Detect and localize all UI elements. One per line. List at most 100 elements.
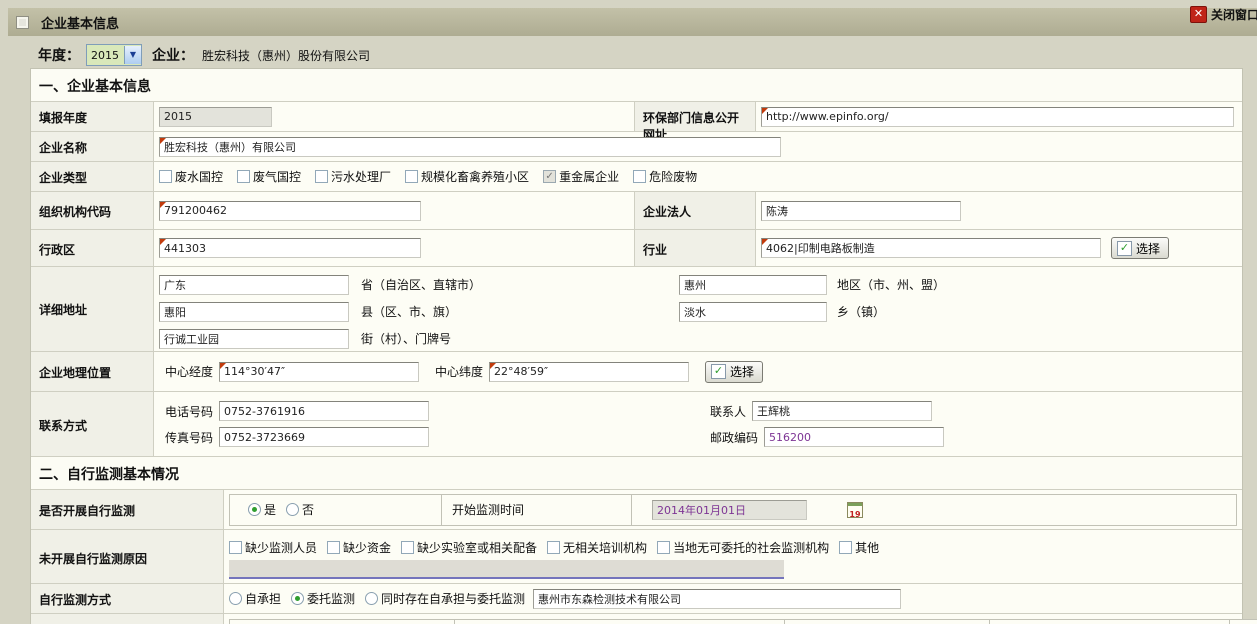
radio-yes[interactable]: 是: [248, 501, 276, 518]
no-reason-label: 未开展自行监测原因: [31, 530, 224, 583]
geo-pick-button[interactable]: ✓ 选择: [705, 361, 763, 383]
window-titlebar: 企业基本信息: [8, 8, 1257, 36]
street-input[interactable]: [159, 329, 349, 349]
epinfo-label: 环保部门信息公开网址: [634, 102, 756, 131]
no-reason-options: 缺少监测人员 缺少资金 缺少实验室或相关配备 无相关培训机构 当地无可委托的社会…: [229, 537, 1237, 557]
company-type-label: 企业类型: [31, 162, 154, 191]
checkbox-hazardous-waste[interactable]: 危险废物: [633, 168, 697, 185]
row-company-name: 企业名称: [31, 131, 1242, 161]
checkbox-no-training[interactable]: 无相关培训机构: [547, 539, 647, 556]
checkbox-other[interactable]: 其他: [839, 539, 879, 556]
legal-person-cell: [756, 192, 1242, 229]
agency-input[interactable]: [533, 589, 901, 609]
start-time-label-cell: 开始监测时间: [442, 495, 632, 525]
region-input[interactable]: [679, 275, 827, 295]
checkbox-heavy-metal[interactable]: ✓重金属企业: [543, 168, 619, 185]
industry-label: 行业: [634, 230, 756, 266]
inner-cell: [990, 620, 1230, 624]
town-input[interactable]: [679, 302, 827, 322]
radio-label: 同时存在自承担与委托监测: [381, 590, 525, 607]
monitor-mode-label: 自行监测方式: [31, 584, 224, 613]
inner-cell: [230, 620, 455, 624]
row-self-monitor: 是否开展自行监测 是 否 开始监测时间 19: [31, 489, 1242, 529]
company-name-label: 企业名称: [31, 132, 154, 161]
checkbox-label: 缺少监测人员: [245, 539, 317, 556]
year-select-value: 2015: [87, 49, 124, 62]
row-monitor-mode: 自行监测方式 自承担 委托监测 同时存在自承担与委托监测: [31, 583, 1242, 613]
checkbox-label: 重金属企业: [559, 168, 619, 185]
checkbox-lack-staff[interactable]: 缺少监测人员: [229, 539, 317, 556]
row-address: 详细地址 省（自治区、直辖市） 地区（市、州、盟） 县（区、市、旗） 乡（镇） …: [31, 266, 1242, 351]
checkbox-label: 规模化畜禽养殖小区: [421, 168, 529, 185]
checkbox-lack-fund[interactable]: 缺少资金: [327, 539, 391, 556]
contact-person-label: 联系人: [710, 403, 746, 420]
checkbox-label: 无相关培训机构: [563, 539, 647, 556]
close-icon: ✕: [1190, 6, 1207, 23]
radio-entrust[interactable]: 委托监测: [291, 590, 355, 607]
fill-year-cell: [154, 102, 634, 131]
checkbox-checked-icon: ✓: [543, 170, 556, 183]
row-admin-region: 行政区 行业 ✓ 选择: [31, 229, 1242, 266]
checkbox-icon: [657, 541, 670, 554]
checkbox-icon: [839, 541, 852, 554]
contact-person-input[interactable]: [752, 401, 932, 421]
section1-title: 一、企业基本信息: [31, 69, 1242, 101]
longitude-input[interactable]: [219, 362, 419, 382]
checkbox-wastegas[interactable]: 废气国控: [237, 168, 301, 185]
close-label: 关闭窗口: [1211, 6, 1257, 23]
fill-year-input[interactable]: [159, 107, 272, 127]
latitude-input[interactable]: [489, 362, 689, 382]
self-monitor-label: 是否开展自行监测: [31, 490, 224, 529]
check-icon: ✓: [711, 364, 726, 379]
latitude-label: 中心纬度: [435, 363, 483, 380]
checkbox-icon: [633, 170, 646, 183]
address-line-1: 省（自治区、直辖市） 地区（市、州、盟）: [159, 271, 1237, 298]
row-company-type: 企业类型 废水国控 废气国控 污水处理厂 规模化畜禽养殖小区 ✓重金属企业 危险…: [31, 161, 1242, 191]
checkbox-icon: [547, 541, 560, 554]
checkbox-lack-lab[interactable]: 缺少实验室或相关配备: [401, 539, 537, 556]
legal-person-input[interactable]: [761, 201, 961, 221]
self-monitor-inner-table: 是 否 开始监测时间 19: [229, 494, 1237, 526]
county-input[interactable]: [159, 302, 349, 322]
window-icon: [16, 16, 29, 29]
contact-cell: 电话号码 联系人 传真号码 邮政编码: [154, 392, 1242, 456]
checkbox-label: 缺少资金: [343, 539, 391, 556]
checkbox-wastewater[interactable]: 废水国控: [159, 168, 223, 185]
enterprise-info-window: 企业基本信息 ✕ 关闭窗口 年度： 2015 ▼ 企业： 胜宏科技（惠州）股份有…: [0, 0, 1257, 624]
province-input[interactable]: [159, 275, 349, 295]
admin-region-label: 行政区: [31, 230, 154, 266]
phone-input[interactable]: [219, 401, 429, 421]
radio-no[interactable]: 否: [286, 501, 314, 518]
admin-region-input[interactable]: [159, 238, 421, 258]
start-date-input[interactable]: [652, 500, 807, 520]
row-no-reason: 未开展自行监测原因 缺少监测人员 缺少资金 缺少实验室或相关配备 无相关培训机构…: [31, 529, 1242, 583]
company-name-input[interactable]: [159, 137, 781, 157]
clipped-row-cell: [224, 614, 1257, 624]
checkbox-label: 废气国控: [253, 168, 301, 185]
calendar-icon[interactable]: 19: [847, 502, 863, 518]
checkbox-no-agency[interactable]: 当地无可委托的社会监测机构: [657, 539, 829, 556]
radio-label: 是: [264, 501, 276, 518]
checkbox-icon: [315, 170, 328, 183]
start-time-label: 开始监测时间: [452, 501, 524, 518]
self-monitor-radio-cell: 是 否: [230, 495, 442, 525]
geo-label: 企业地理位置: [31, 352, 154, 391]
industry-input[interactable]: [761, 238, 1101, 258]
other-reason-input[interactable]: [229, 560, 784, 579]
fax-input[interactable]: [219, 427, 429, 447]
radio-self-undertake[interactable]: 自承担: [229, 590, 281, 607]
form-panel: 一、企业基本信息 填报年度 环保部门信息公开网址 企业名称 企业类型 废水国控 …: [30, 68, 1243, 624]
org-code-input[interactable]: [159, 201, 421, 221]
checkbox-sewage-plant[interactable]: 污水处理厂: [315, 168, 391, 185]
zip-label: 邮政编码: [710, 429, 758, 446]
checkbox-icon: [327, 541, 340, 554]
checkbox-livestock[interactable]: 规模化畜禽养殖小区: [405, 168, 529, 185]
epinfo-url-input[interactable]: [761, 107, 1234, 127]
radio-both[interactable]: 同时存在自承担与委托监测: [365, 590, 525, 607]
zip-input[interactable]: [764, 427, 944, 447]
org-code-label: 组织机构代码: [31, 192, 154, 229]
industry-pick-button[interactable]: ✓ 选择: [1111, 237, 1169, 259]
close-window-button[interactable]: ✕ 关闭窗口: [1190, 6, 1257, 23]
year-select[interactable]: 2015 ▼: [86, 44, 142, 66]
epinfo-cell: [756, 102, 1242, 131]
